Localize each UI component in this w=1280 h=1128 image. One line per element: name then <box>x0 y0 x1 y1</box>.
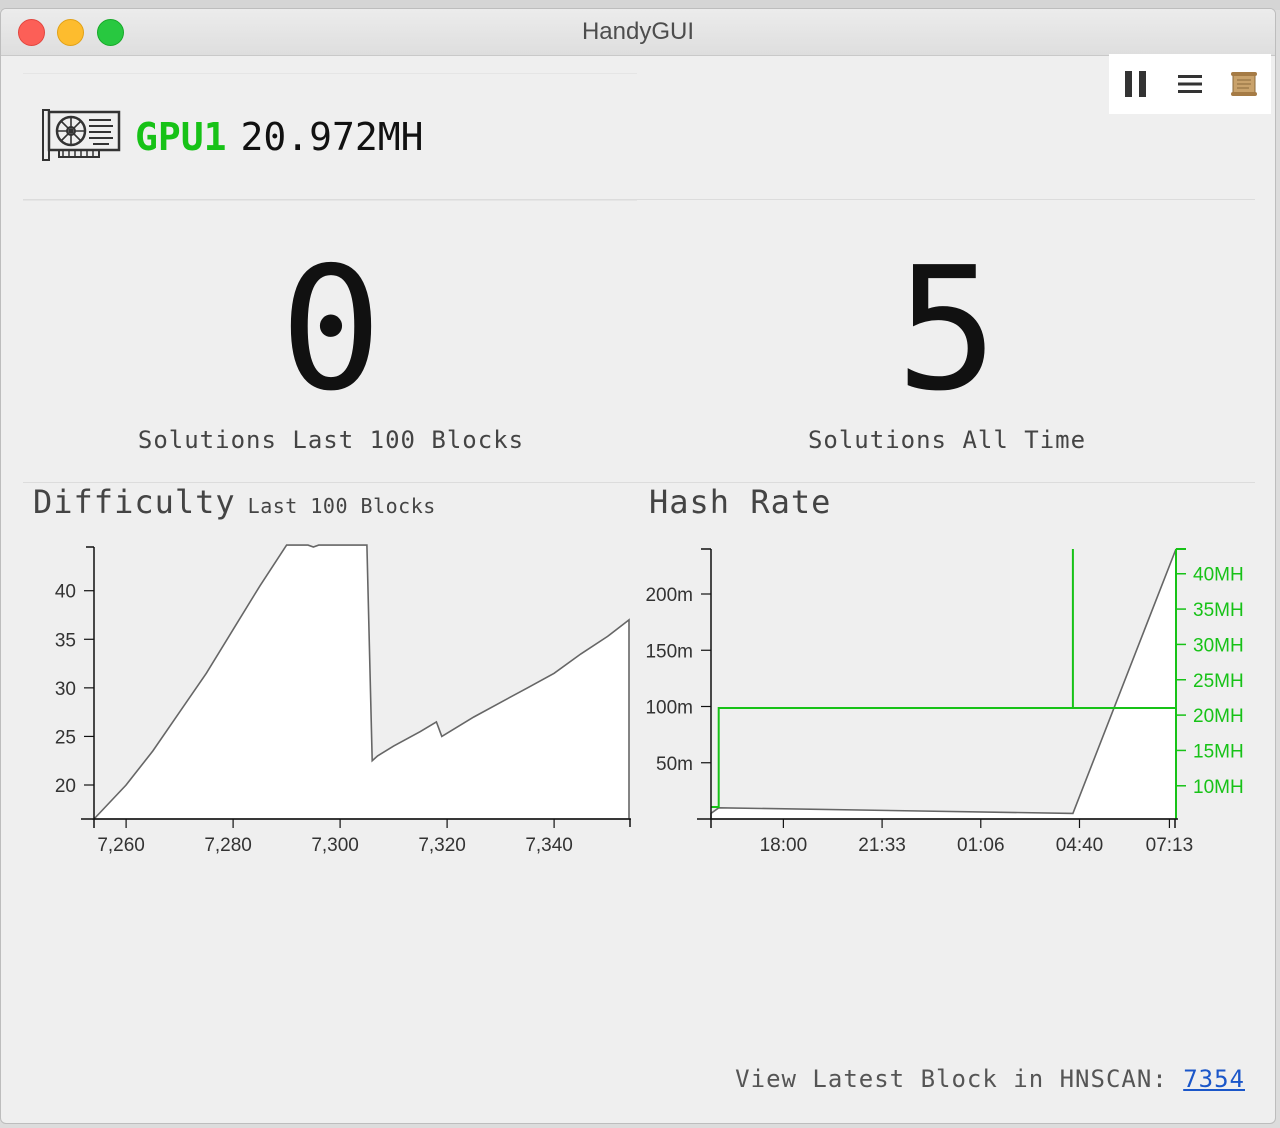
app-window: HandyGUI GPU1 20.972MH 0 Solutions Last … <box>0 8 1276 1124</box>
title-bar[interactable]: HandyGUI <box>1 9 1275 56</box>
solutions-area <box>710 548 1177 820</box>
hashrate-right-tick-label: 15MH <box>1193 741 1244 762</box>
hashrate-left-tick-label: 50m <box>656 754 693 775</box>
solutions-all-time-value: 5 <box>895 231 999 429</box>
hashrate-right-tick-label: 30MH <box>1193 635 1244 656</box>
difficulty-y-tick-label: 30 <box>55 679 76 700</box>
difficulty-area <box>92 544 630 820</box>
hashrate-right-tick-label: 40MH <box>1193 565 1244 586</box>
hashrate-right-tick-label: 35MH <box>1193 600 1244 621</box>
hashrate-right-tick-label: 25MH <box>1193 671 1244 692</box>
gpu-header: GPU1 20.972MH <box>23 73 637 201</box>
hashrate-x-tick-label: 18:00 <box>760 835 808 856</box>
hashrate-left-tick-label: 200m <box>645 585 693 606</box>
gpu-hash-rate: 20.972MH <box>240 115 424 159</box>
hashrate-x-tick-label: 07:13 <box>1146 835 1194 856</box>
gpu-card-icon <box>42 109 121 161</box>
difficulty-title: Difficulty Last 100 Blocks <box>33 483 436 521</box>
difficulty-x-tick-label: 7,320 <box>418 835 466 856</box>
pause-button[interactable] <box>1116 64 1156 104</box>
gpu-name: GPU1 <box>135 115 227 159</box>
hashrate-x-tick-label: 01:06 <box>957 835 1005 856</box>
hamburger-menu-icon <box>1178 75 1202 93</box>
difficulty-y-tick-label: 20 <box>55 776 76 797</box>
solutions-last-100-value: 0 <box>279 231 383 429</box>
window-title: HandyGUI <box>581 18 695 45</box>
difficulty-x-tick-label: 7,260 <box>97 835 145 856</box>
latest-block-link[interactable]: 7354 <box>1183 1065 1245 1093</box>
menu-button[interactable] <box>1170 64 1210 104</box>
difficulty-x-tick-label: 7,340 <box>525 835 573 856</box>
hashrate-left-tick-label: 100m <box>645 698 693 719</box>
toolbar <box>1109 54 1271 114</box>
solutions-all-time-stat: 5 Solutions All Time <box>639 200 1255 482</box>
pause-icon <box>1125 71 1146 97</box>
difficulty-x-tick-label: 7,300 <box>311 835 359 856</box>
hashrate-right-tick-label: 20MH <box>1193 706 1244 727</box>
difficulty-subtitle: Last 100 Blocks <box>247 494 436 518</box>
solutions-last-100-label: Solutions Last 100 Blocks <box>137 426 525 454</box>
hashrate-chart: 50m 100m 150m 200m 10MH 15MH 20MH 25MH 30MH 35MH 4… <box>645 548 1244 856</box>
difficulty-title-text: Difficulty <box>33 483 236 521</box>
solutions-last-100-stat: 0 Solutions Last 100 Blocks <box>23 200 639 482</box>
difficulty-chart: 20 25 30 35 40 7,260 7,280 7,300 7,320 7,340 <box>55 544 631 856</box>
difficulty-y-tick-label: 40 <box>55 582 76 603</box>
hashrate-x-tick-label: 04:40 <box>1056 835 1104 856</box>
solutions-panel: 0 Solutions Last 100 Blocks 5 Solutions … <box>23 199 1255 483</box>
hashrate-title: Hash Rate <box>649 483 832 521</box>
solutions-all-time-label: Solutions All Time <box>807 426 1087 454</box>
footer: View Latest Block in HNSCAN: 7354 <box>735 1065 1245 1093</box>
hashrate-left-tick-label: 150m <box>645 641 693 662</box>
scroll-icon <box>1231 72 1257 96</box>
footer-text: View Latest Block in HNSCAN: <box>735 1065 1168 1093</box>
difficulty-x-tick-label: 7,280 <box>204 835 252 856</box>
hashrate-x-tick-label: 21:33 <box>858 835 906 856</box>
difficulty-y-tick-label: 35 <box>55 630 76 651</box>
log-button[interactable] <box>1224 64 1264 104</box>
difficulty-y-tick-label: 25 <box>55 727 76 748</box>
hashrate-right-tick-label: 10MH <box>1193 777 1244 798</box>
